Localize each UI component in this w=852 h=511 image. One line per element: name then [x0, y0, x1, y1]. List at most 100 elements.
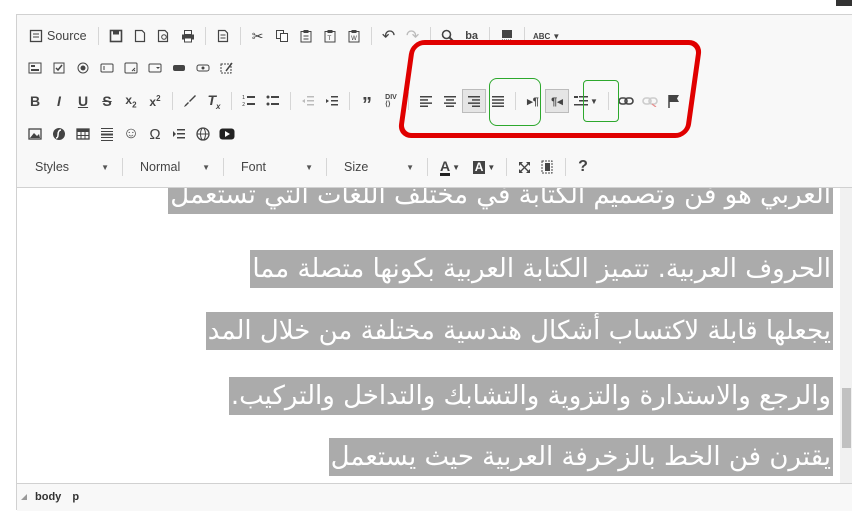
remove-format-icon: Tx [207, 91, 221, 111]
toolbar-separator [204, 27, 206, 45]
selected-text-line-4[interactable]: والرجع والاستدارة والتزوية والتشابك والت… [228, 377, 833, 415]
styles-label: Styles [35, 160, 70, 174]
outdent-button[interactable] [296, 89, 320, 113]
path-item-body[interactable]: body [35, 491, 61, 503]
text-color-dropdown[interactable]: A ▼ [433, 155, 467, 179]
blockquote-icon: ” [362, 94, 372, 116]
table-icon [76, 128, 90, 140]
numbered-list-icon: 12 [242, 95, 255, 108]
bold-button[interactable]: B [23, 89, 47, 113]
resize-handle-icon[interactable] [21, 494, 27, 500]
show-blocks-button[interactable] [536, 155, 560, 179]
remove-format-button[interactable]: Tx [202, 89, 226, 113]
toolbar-row-4: ☺ Ω [23, 121, 239, 147]
toolbar-separator [326, 158, 327, 176]
undo-button[interactable]: ↶ [377, 24, 401, 48]
copy-format-button[interactable] [178, 89, 202, 113]
path-item-p[interactable]: p [72, 491, 79, 503]
new-page-button[interactable] [128, 24, 152, 48]
flash-button[interactable] [47, 122, 71, 146]
copy-button[interactable] [270, 24, 294, 48]
source-button[interactable]: Source [23, 24, 93, 48]
size-dropdown[interactable]: Size ▼ [332, 156, 422, 178]
undo-icon: ↶ [381, 28, 396, 45]
help-button[interactable]: ? [571, 155, 595, 179]
bulleted-list-button[interactable] [261, 89, 285, 113]
print-button[interactable] [176, 24, 200, 48]
toolbar-separator [370, 27, 372, 45]
hidden-field-button[interactable] [215, 56, 239, 80]
save-button[interactable] [104, 24, 128, 48]
image-button-field-button[interactable] [191, 56, 215, 80]
italic-button[interactable]: I [47, 89, 71, 113]
horizontal-rule-button[interactable] [95, 122, 119, 146]
iframe-button[interactable] [191, 122, 215, 146]
subscript-button[interactable]: x2 [119, 89, 143, 113]
toolbar-row-5: Styles ▼ Normal ▼ Font ▼ Size ▼ A ▼ A ▼ ? [23, 154, 595, 180]
styles-dropdown[interactable]: Styles ▼ [23, 156, 117, 178]
chevron-down-icon: ▼ [202, 162, 210, 172]
underline-icon: U [77, 93, 89, 109]
editor-content-area[interactable]: العربي هو فن وتصميم الكتابة في مختلف الل… [17, 187, 852, 484]
selected-text-line-2[interactable]: الحروف العربية. تتميز الكتابة العربية بك… [250, 250, 833, 288]
background-color-dropdown[interactable]: A ▼ [467, 155, 501, 179]
window-edge [836, 0, 852, 6]
subscript-icon: x2 [125, 92, 137, 110]
paste-text-button[interactable]: T [318, 24, 342, 48]
font-label: Font [241, 160, 267, 174]
text-field-button[interactable] [95, 56, 119, 80]
underline-button[interactable]: U [71, 89, 95, 113]
select-field-button[interactable] [143, 56, 167, 80]
maximize-button[interactable] [512, 155, 536, 179]
create-div-button[interactable]: DIV ⟨⟩ [379, 89, 403, 113]
checkbox-button[interactable] [47, 56, 71, 80]
toolbar-separator [427, 158, 428, 176]
source-label: Source [47, 29, 87, 43]
paste-button[interactable] [294, 24, 318, 48]
radio-button[interactable] [71, 56, 95, 80]
page-break-button[interactable] [167, 122, 191, 146]
strike-button[interactable]: S [95, 89, 119, 113]
scrollbar-thumb[interactable] [842, 388, 851, 448]
selected-text-line-3[interactable]: يجعلها قابلة لاكتساب أشكال هندسية مختلفة… [205, 312, 833, 350]
special-char-button[interactable]: Ω [143, 122, 167, 146]
bold-icon: B [29, 93, 41, 109]
svg-text:W: W [351, 35, 357, 42]
new-page-icon [134, 29, 145, 43]
textarea-button[interactable] [119, 56, 143, 80]
button-field-button[interactable] [167, 56, 191, 80]
templates-button[interactable] [211, 24, 235, 48]
table-button[interactable] [71, 122, 95, 146]
toolbar-separator [565, 158, 566, 176]
paste-word-button[interactable]: W [342, 24, 366, 48]
selected-text-line-5[interactable]: يقترن فن الخط بالزخرفة العربية حيث يستعم… [328, 438, 833, 476]
format-dropdown[interactable]: Normal ▼ [128, 156, 218, 178]
smiley-icon: ☺ [122, 125, 140, 142]
element-path-bar: body p [17, 483, 852, 511]
indent-button[interactable] [320, 89, 344, 113]
textarea-icon [124, 62, 138, 74]
youtube-button[interactable] [215, 122, 239, 146]
chevron-down-icon: ▼ [305, 162, 313, 172]
smiley-button[interactable]: ☺ [119, 122, 143, 146]
numbered-list-button[interactable]: 12 [237, 89, 261, 113]
image-button[interactable] [23, 122, 47, 146]
strikethrough-icon: S [102, 93, 112, 109]
print-icon [181, 30, 194, 43]
selected-text-line-1[interactable]: العربي هو فن وتصميم الكتابة في مختلف الل… [168, 188, 833, 214]
font-dropdown[interactable]: Font ▼ [229, 156, 321, 178]
form-button[interactable] [23, 56, 47, 80]
select-field-icon [148, 63, 162, 73]
element-path: body p [35, 491, 87, 503]
green-circle-annotation-align-right [489, 78, 541, 126]
preview-button[interactable] [152, 24, 176, 48]
superscript-button[interactable]: x2 [143, 89, 167, 113]
blockquote-button[interactable]: ” [355, 89, 379, 116]
content-scrollbar[interactable] [840, 188, 852, 484]
cut-button[interactable]: ✂ [246, 24, 270, 48]
toolbar-separator [349, 92, 350, 110]
button-field-icon [173, 65, 185, 71]
toolbar-separator [506, 158, 507, 176]
bulleted-list-icon [266, 95, 279, 106]
maximize-icon [518, 161, 530, 173]
